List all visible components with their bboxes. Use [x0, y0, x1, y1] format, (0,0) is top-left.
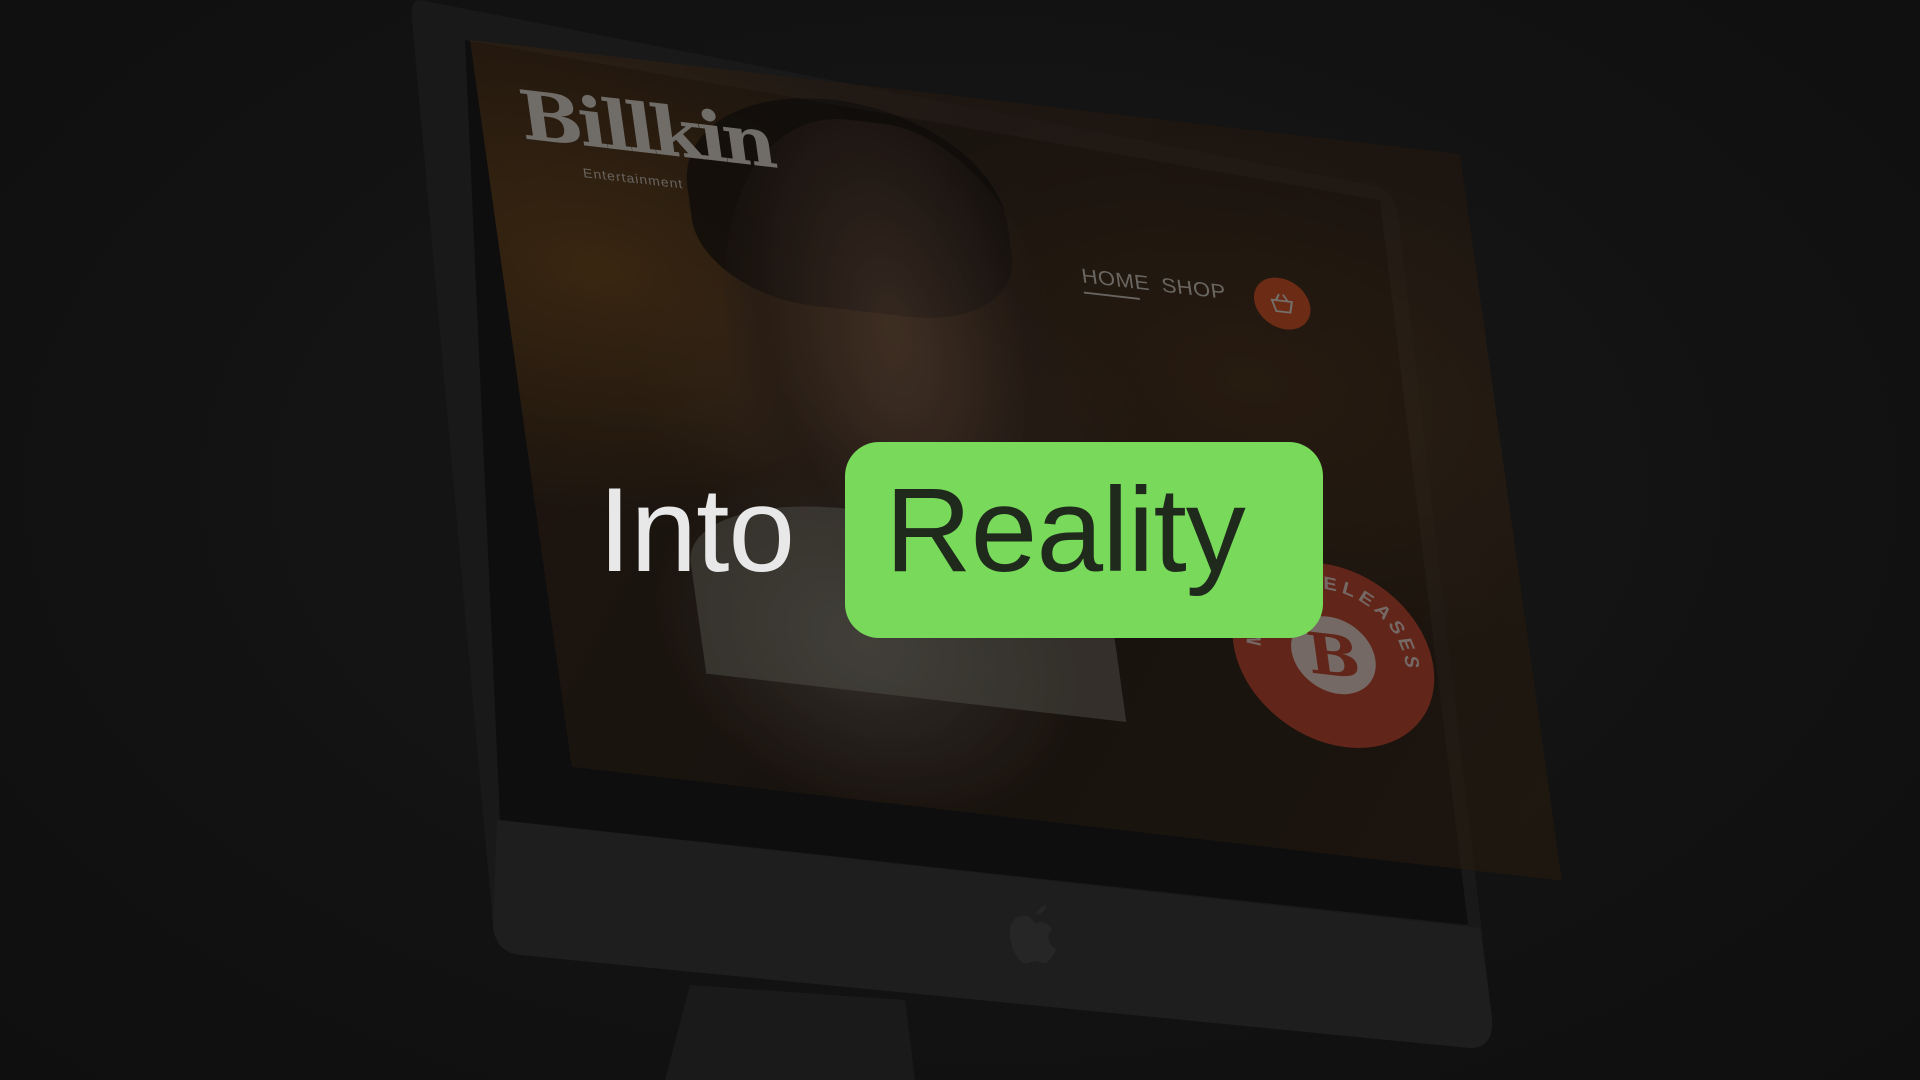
- scene: Billkin Entertainment HOME SHOP MUSIC RE…: [0, 0, 1920, 1080]
- headline-word-reality: Reality: [885, 463, 1246, 597]
- headline-word-into: Into: [598, 463, 795, 597]
- headline: Into Reality: [0, 0, 1920, 1080]
